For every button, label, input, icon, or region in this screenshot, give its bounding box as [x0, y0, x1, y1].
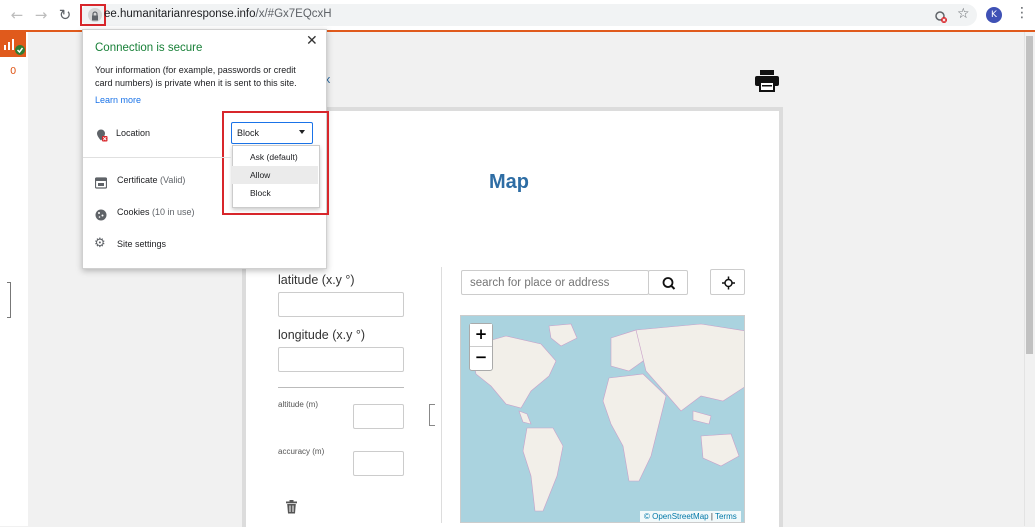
certificate-status: (Valid) — [160, 175, 186, 185]
option-block[interactable]: Block — [232, 184, 318, 202]
map-attribution: © OpenStreetMap | Terms — [640, 511, 741, 522]
profile-avatar[interactable]: K — [986, 7, 1002, 23]
side-count: 0 — [10, 66, 17, 77]
url-host: ee.humanitarianresponse.info — [104, 8, 256, 20]
latitude-input[interactable] — [278, 292, 404, 317]
altitude-label: altitude (m) — [278, 400, 319, 409]
cookie-icon — [95, 206, 107, 225]
location-select-value: Block — [237, 128, 260, 138]
terms-link[interactable]: Terms — [715, 512, 737, 521]
bracket-mark — [429, 404, 435, 426]
popup-body: Your information (for example, passwords… — [95, 65, 297, 88]
divider — [278, 387, 404, 388]
url-text[interactable]: ee.humanitarianresponse.info/x/#Gx7EQcxH — [104, 8, 332, 20]
zoom-in-button[interactable]: + — [470, 324, 492, 347]
option-ask[interactable]: Ask (default) — [232, 148, 318, 166]
trash-icon[interactable] — [285, 499, 298, 518]
certificate-row[interactable]: Certificate (Valid) — [117, 175, 185, 185]
forward-icon[interactable]: → — [32, 6, 50, 24]
location-label: Location — [116, 128, 151, 138]
location-blocked-icon[interactable] — [934, 9, 948, 28]
accuracy-input[interactable] — [353, 451, 404, 476]
crosshair-icon — [722, 276, 735, 290]
page-title: Map — [489, 171, 529, 193]
osm-link[interactable]: © OpenStreetMap — [644, 512, 709, 521]
locate-button[interactable] — [710, 269, 745, 295]
longitude-input[interactable] — [278, 347, 404, 372]
zoom-out-button[interactable]: − — [470, 347, 492, 369]
search-button[interactable] — [648, 270, 688, 295]
vertical-divider — [441, 267, 442, 523]
bookmark-star-icon[interactable]: ☆ — [957, 6, 970, 22]
scrollbar-thumb[interactable] — [1026, 36, 1033, 354]
longitude-label: longitude (x.y °) — [278, 328, 365, 342]
lock-icon[interactable] — [88, 8, 102, 22]
learn-more-link[interactable]: Learn more — [95, 95, 141, 105]
signal-widget[interactable] — [0, 32, 26, 57]
popup-title: Connection is secure — [95, 42, 203, 54]
certificate-label: Certificate — [117, 175, 158, 185]
chevron-down-icon — [299, 130, 305, 134]
left-side-panel — [0, 32, 28, 526]
popup-divider — [83, 157, 231, 158]
gear-icon: ⚙ — [94, 236, 106, 251]
location-icon — [96, 127, 108, 146]
left-bracket-mark — [7, 282, 11, 318]
back-icon[interactable]: ← — [8, 6, 26, 24]
search-icon — [662, 277, 676, 290]
search-input[interactable] — [461, 270, 649, 295]
cookies-row[interactable]: Cookies (10 in use) — [117, 207, 195, 217]
latitude-label: latitude (x.y °) — [278, 273, 355, 287]
accuracy-label: accuracy (m) — [278, 447, 325, 456]
print-icon[interactable] — [754, 70, 780, 96]
url-path: /x/#Gx7EQcxH — [255, 8, 332, 20]
certificate-icon — [94, 174, 108, 193]
reload-icon[interactable]: ↻ — [56, 6, 74, 24]
option-allow[interactable]: Allow — [232, 166, 318, 184]
cookies-label: Cookies — [117, 207, 150, 217]
close-icon[interactable]: ✕ — [306, 33, 318, 49]
map[interactable] — [460, 315, 745, 523]
menu-dots-icon[interactable]: ⋮ — [1015, 5, 1029, 21]
site-settings-link[interactable]: Site settings — [117, 239, 166, 249]
altitude-input[interactable] — [353, 404, 404, 429]
world-map-image — [470, 323, 744, 512]
cookies-status: (10 in use) — [152, 207, 195, 217]
